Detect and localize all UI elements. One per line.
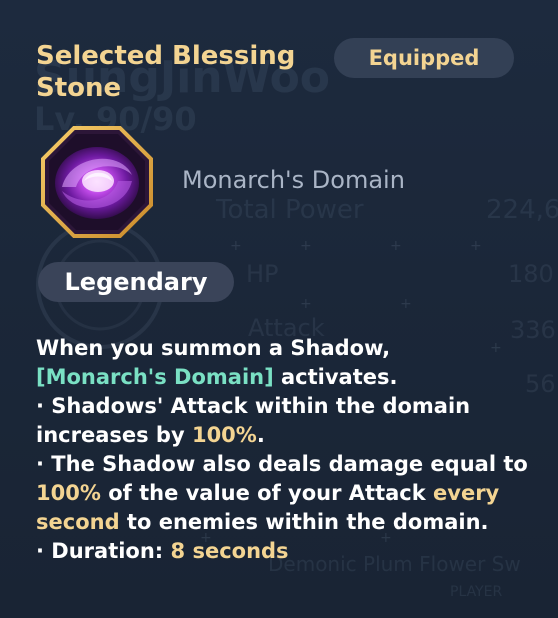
bg-hp-label: HP — [246, 260, 279, 288]
bullet-2-mid: of the value of your Attack — [100, 481, 434, 505]
bg-player-tag: PLAYER — [450, 584, 503, 600]
rarity-badge: Legendary — [38, 262, 234, 302]
stone-description: When you summon a Shadow, [Monarch's Doma… — [36, 334, 541, 566]
bg-hp-value: 180 — [508, 260, 554, 288]
effect-bullet-attack: · Shadows' Attack within the domain incr… — [36, 392, 541, 450]
bullet-1-end: . — [256, 423, 265, 447]
blessing-stone-icon — [40, 125, 154, 239]
bg-total-power-label: Total Power — [216, 195, 364, 225]
keyword-monarchs-domain: [Monarch's Domain] — [36, 365, 274, 389]
panel-title: Selected Blessing Stone — [36, 41, 296, 103]
stone-name: Monarch's Domain — [182, 166, 405, 194]
bullet-2-value: 100% — [36, 481, 101, 505]
bullet-1-value: 100% — [191, 423, 257, 447]
bullet-2-end: to enemies within the domain. — [119, 510, 489, 534]
intro-text-end: activates. — [273, 365, 398, 389]
effect-bullet-duration: · Duration: 8 seconds — [36, 537, 541, 566]
bullet-2-text: · The Shadow also deals damage equal to — [36, 452, 528, 476]
description-intro: When you summon a Shadow, [Monarch's Doma… — [36, 334, 541, 392]
bullet-3-value: 8 seconds — [170, 539, 289, 563]
intro-text: When you summon a Shadow, — [36, 336, 391, 360]
bg-total-power-value: 224,6 — [486, 195, 558, 225]
equipped-status-badge: Equipped — [334, 38, 514, 78]
bullet-3-text: · Duration: — [36, 539, 171, 563]
effect-bullet-damage: · The Shadow also deals damage equal to … — [36, 450, 541, 537]
